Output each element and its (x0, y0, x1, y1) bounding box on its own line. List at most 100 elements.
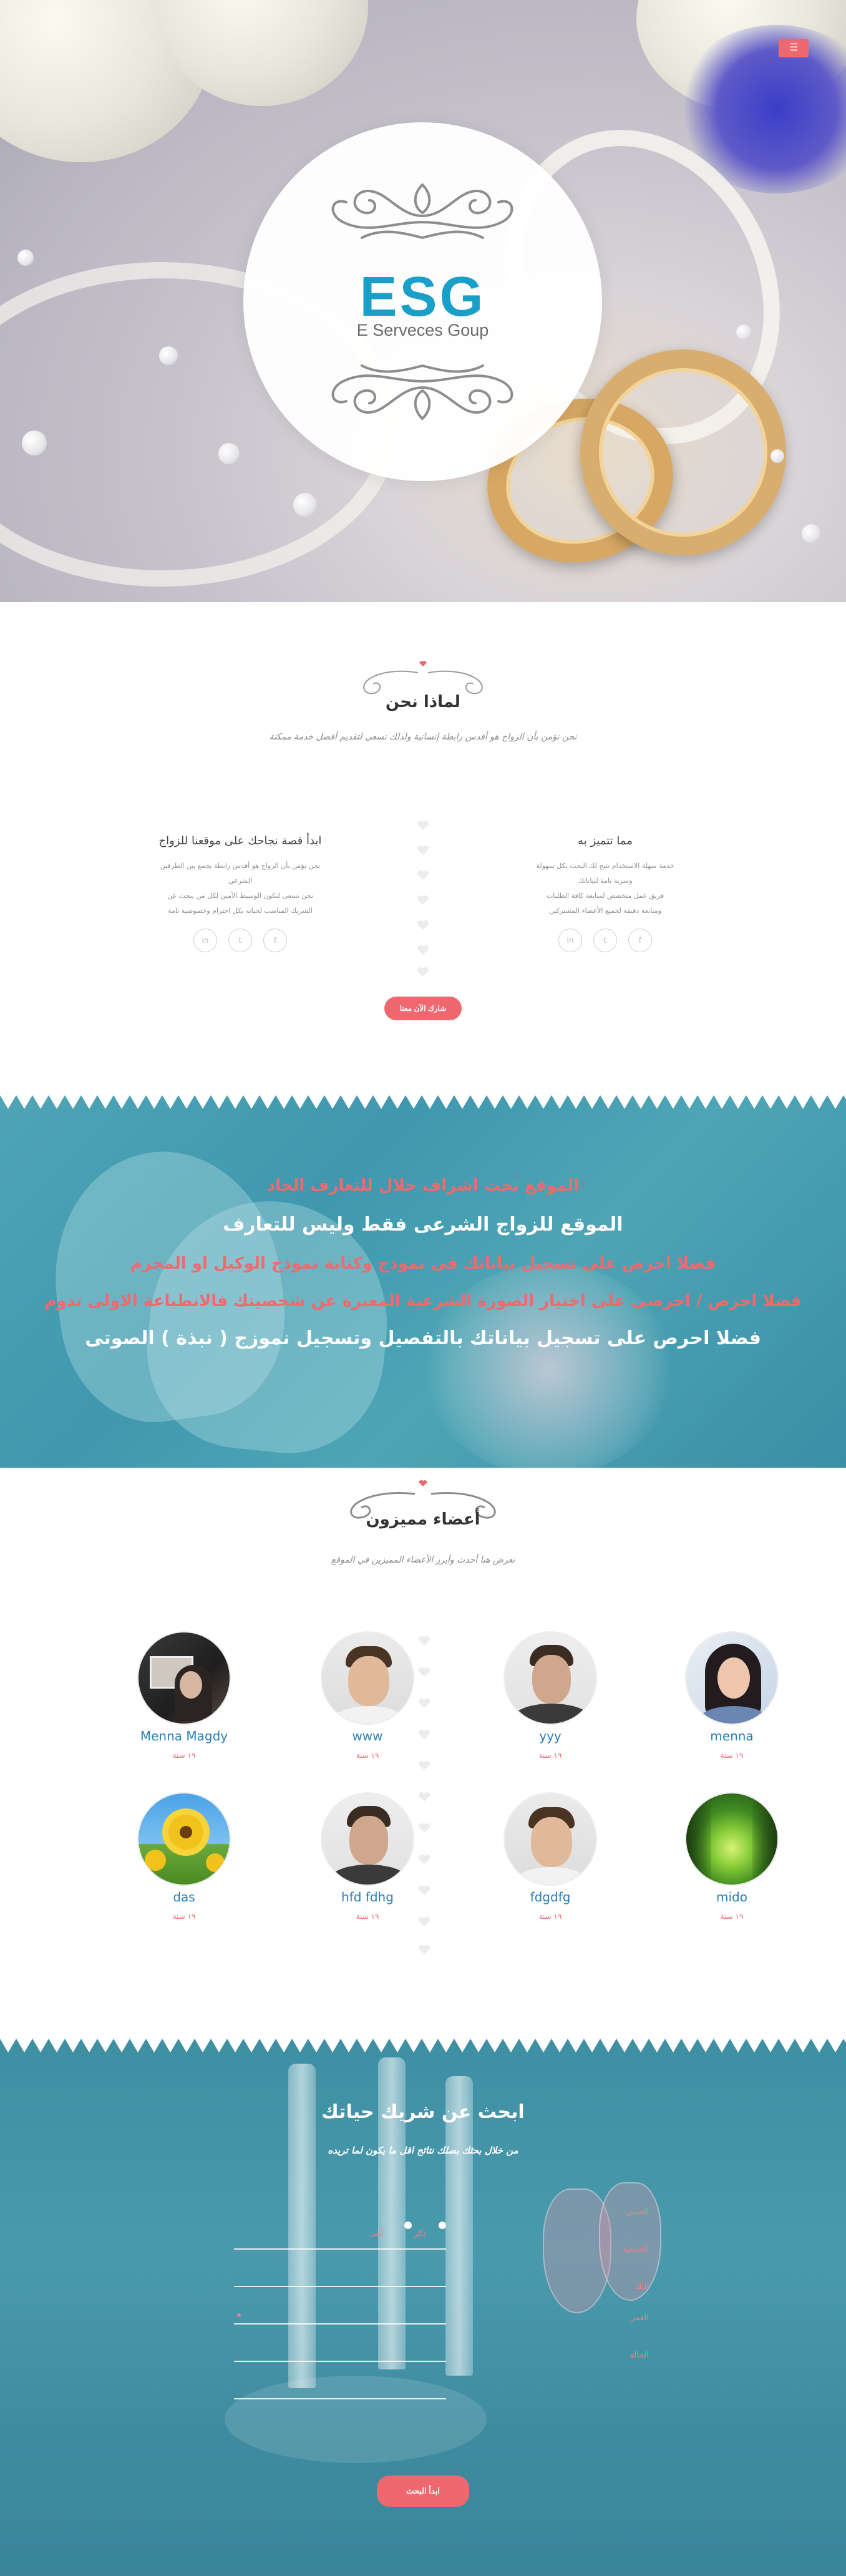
member-age: ١٩ سنة (720, 1751, 744, 1760)
members-title: أعضاء مميزون (366, 1510, 480, 1529)
radio-female[interactable] (404, 2222, 412, 2229)
logo: ESG E Serveces Goup (243, 122, 602, 481)
member-age: ١٩ سنة (172, 1912, 196, 1921)
featured-members-section: أعضاء مميزون نعرض هنا أحدث وأبرز الأعضاء… (0, 1468, 846, 2039)
twitter-icon[interactable]: t (228, 929, 252, 952)
feature-line: الشريك المناسب لحياته بكل احترام وخصوصية… (168, 907, 313, 915)
right-feature-title: مما تتميز به (578, 834, 633, 847)
left-feature-title: ابدأ قصة نجاحك على موقعنا للزواج (158, 834, 322, 847)
pearl-decoration (22, 431, 47, 456)
member-card[interactable]: das ١٩ سنة (131, 1792, 237, 1921)
right-feature: مما تتميز به خدمة سهلة الاستخدام تتيح لك… (471, 834, 739, 952)
feature-line: نحن نسعى لنكون الوسيط الأمين لكل من يبحث… (167, 892, 313, 900)
member-name: Menna Magdy (140, 1729, 228, 1744)
rules-banner: الموقع تحت اشراف حلال للتعارف الجاد المو… (0, 1095, 846, 1468)
radio-female-label: أنثى (369, 2229, 383, 2238)
pearl-decoration (218, 443, 240, 464)
feature-line: فريق عمل متخصص لمتابعة كافة الطلبات (546, 892, 664, 900)
search-submit-button[interactable]: ابدأ البحث (377, 2476, 469, 2507)
candle-holder-decoration (225, 2376, 487, 2463)
hero-section: ☰ ESG E Serveces Goup (0, 0, 846, 602)
member-age: ١٩ سنة (356, 1751, 379, 1760)
banner-line-3: فضلا احرص على تسجيل بياناتك فى نموذج وكت… (130, 1254, 716, 1273)
linkedin-icon[interactable]: in (558, 929, 582, 952)
radio-male[interactable] (439, 2222, 446, 2229)
partner-search-section: ابحث عن شريك حياتك من خلال بحثك بصلك نتا… (0, 2039, 846, 2576)
logo-subtitle: E Serveces Goup (356, 321, 489, 339)
member-age: ١٩ سنة (720, 1912, 744, 1921)
country-field[interactable] (234, 2323, 446, 2325)
member-card[interactable]: yyy ١٩ سنة (497, 1631, 603, 1760)
pearl-decoration (159, 346, 178, 365)
member-card[interactable]: mido ١٩ سنة (679, 1792, 785, 1921)
member-name: www (352, 1729, 383, 1744)
feature-line: خدمة سهلة الاستخدام تتيح لك البحث بكل سه… (536, 862, 674, 870)
facebook-icon[interactable]: f (628, 929, 652, 952)
status-field[interactable] (234, 2398, 446, 2399)
pearl-decoration (17, 250, 34, 266)
left-feature-text: نحن نؤمن بأن الزواج هو أقدس رابطة يجمع ب… (106, 859, 374, 919)
search-title: ابحث عن شريك حياتك (321, 2101, 525, 2123)
linkedin-icon[interactable]: in (193, 929, 217, 952)
menu-button[interactable]: ☰ (779, 39, 809, 57)
member-card[interactable]: Menna Magdy ١٩ سنة (131, 1631, 237, 1760)
zigzag-top-edge (0, 2039, 846, 2052)
age-field[interactable] (234, 2361, 446, 2362)
feature-line: نحن نؤمن بأن الزواج هو أقدس رابطة يجمع ب… (160, 862, 321, 870)
member-card[interactable]: menna ١٩ سنة (679, 1631, 785, 1760)
twitter-icon[interactable]: t (593, 929, 617, 952)
field-label: البلد (634, 2282, 649, 2291)
logo-title: ESG (359, 266, 486, 328)
member-name: yyy (539, 1729, 562, 1744)
why-us-title: لماذا نحن (385, 693, 461, 711)
zigzag-top-edge (0, 1095, 846, 1109)
nationality-field[interactable] (234, 2286, 446, 2287)
avatar (137, 1631, 231, 1725)
field-marker-icon (237, 2313, 241, 2317)
member-card[interactable]: hfd fdhg ١٩ سنة (314, 1792, 421, 1921)
member-name: hfd fdhg (341, 1890, 394, 1905)
member-card[interactable]: fdgdfg ١٩ سنة (497, 1792, 603, 1921)
banner-line-5: فضلا احرص على تسجيل بياناتك بالتفصيل وتس… (85, 1327, 761, 1349)
member-age: ١٩ سنة (538, 1751, 562, 1760)
field-label: الحالة (630, 2351, 649, 2360)
left-feature: ابدأ قصة نجاحك على موقعنا للزواج نحن نؤم… (106, 834, 374, 952)
gender-field[interactable] (234, 2248, 446, 2250)
feature-line: وسرية تامة لبياناتك (578, 877, 633, 885)
hamburger-menu-icon: ☰ (789, 42, 799, 53)
avatar (321, 1631, 414, 1725)
banner-line-2: الموقع للزواج الشرعى فقط وليس للتعارف (223, 1214, 623, 1236)
pearl-decoration (736, 324, 751, 339)
right-social-links: in t f (471, 929, 739, 952)
right-feature-text: خدمة سهلة الاستخدام تتيح لك البحث بكل سه… (471, 859, 739, 919)
members-subtitle: نعرض هنا أحدث وأبرز الأعضاء المميزين في … (331, 1555, 515, 1565)
avatar (503, 1792, 597, 1886)
member-name: das (173, 1890, 195, 1905)
avatar (685, 1631, 779, 1725)
avatar (321, 1792, 414, 1886)
feature-line: الشرعي (228, 877, 253, 885)
why-us-subtitle: نحن نؤمن بأن الزواج هو أقدس رابطة إنساني… (269, 732, 577, 742)
hearts-divider-icon (417, 820, 429, 977)
avatar (685, 1792, 779, 1886)
field-label: العمر (631, 2313, 649, 2323)
pearl-decoration (293, 493, 317, 517)
member-age: ١٩ سنة (356, 1912, 379, 1921)
avatar (503, 1631, 597, 1725)
banner-line-4: فضلا احرص / احرصي على اختيار الصورة الشر… (44, 1292, 802, 1310)
pearl-decoration (771, 449, 784, 463)
search-subtitle: من خلال بحثك بصلك نتائج اقل ما يكون لما … (328, 2145, 518, 2156)
facebook-icon[interactable]: f (263, 929, 287, 952)
why-us-section: لماذا نحن نحن نؤمن بأن الزواج هو أقدس را… (0, 602, 846, 1095)
member-card[interactable]: www ١٩ سنة (314, 1631, 421, 1760)
field-label: الجنس (626, 2207, 649, 2217)
member-name: mido (716, 1890, 747, 1905)
left-social-links: in t f (106, 929, 374, 952)
feature-line: ومتابعة دقيقة لجميع الأعضاء المشتركين (549, 907, 661, 915)
field-label: الجنسية (622, 2245, 649, 2254)
avatar (137, 1792, 231, 1886)
member-age: ١٩ سنة (172, 1751, 196, 1760)
member-name: menna (710, 1729, 754, 1744)
pearl-decoration (802, 524, 820, 543)
join-now-button[interactable]: شارك الآن معنا (384, 997, 462, 1020)
